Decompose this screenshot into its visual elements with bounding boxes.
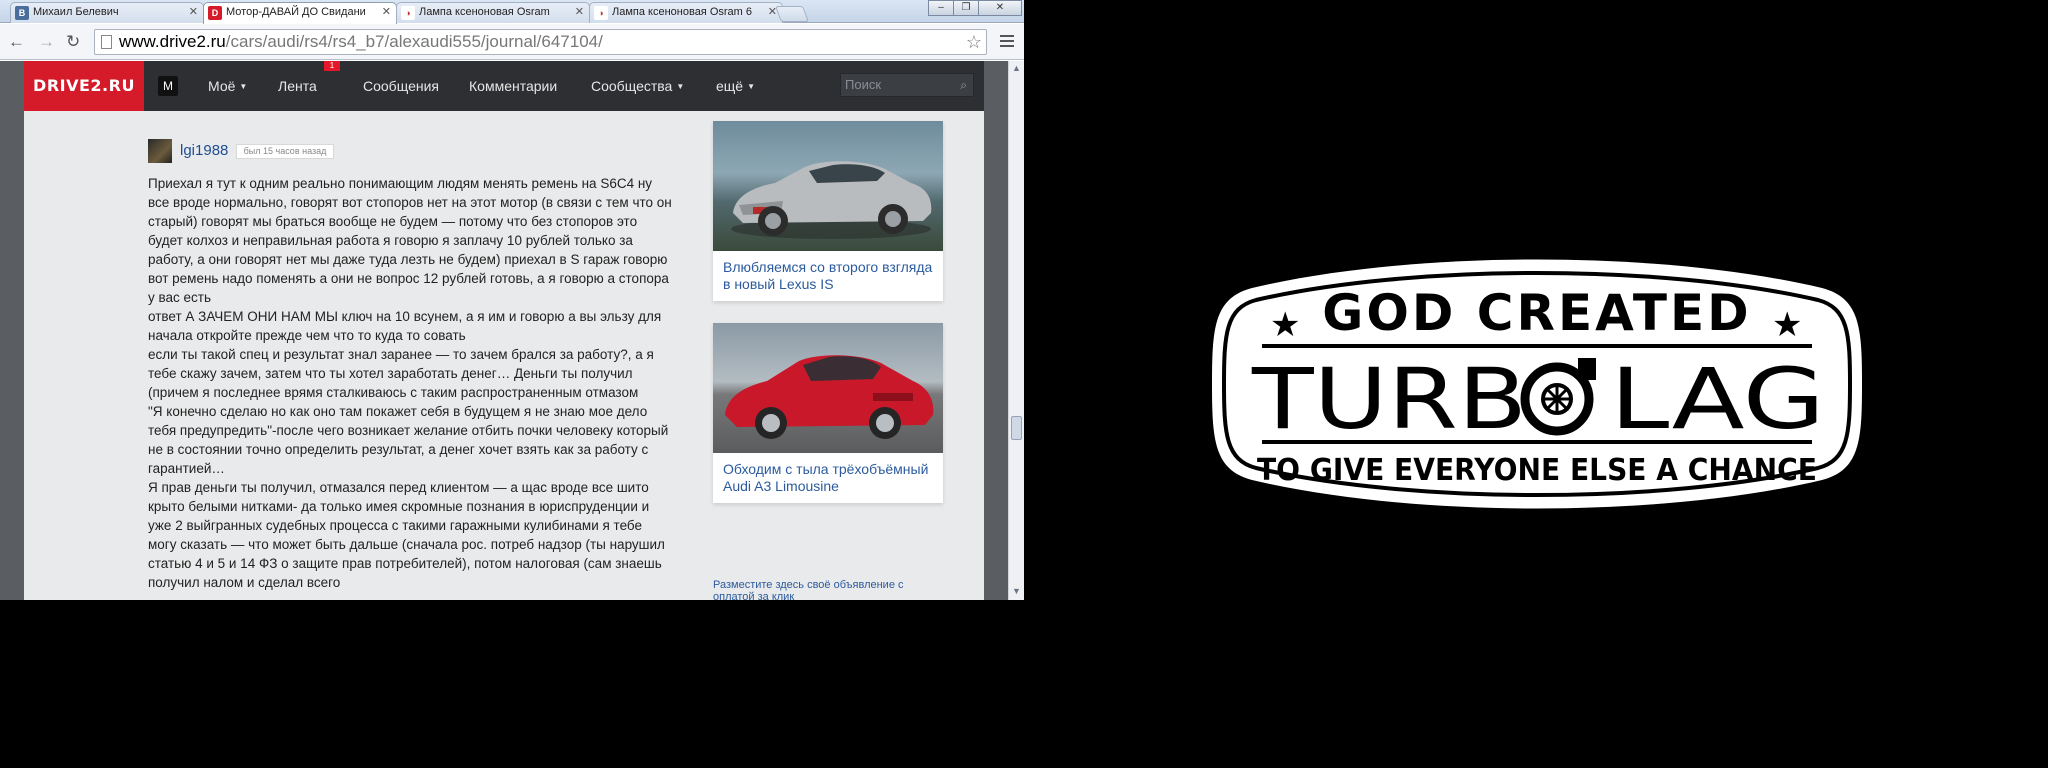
author-name-link[interactable]: lgi1988 — [180, 142, 228, 159]
tab-2-active[interactable]: D Мотор-ДАВАЙ ДО Свидания ✕ — [203, 2, 397, 24]
tab-title: Михаил Белевич — [33, 6, 119, 18]
nav-comments-label: Комментарии — [469, 78, 558, 94]
page-icon — [101, 35, 112, 49]
post-paragraph: "Я конечно сделаю но как оно там покажет… — [148, 404, 669, 476]
site-search-input[interactable]: Поиск ⌕ — [840, 73, 974, 97]
nav-messages[interactable]: Сообщения — [363, 78, 439, 94]
osram-favicon-icon: ◑ — [401, 6, 415, 20]
forward-arrow-icon[interactable]: → — [38, 32, 55, 52]
scroll-up-arrow-icon[interactable]: ▲ — [1012, 63, 1021, 73]
tab-title: Мотор-ДАВАЙ ДО Свидания — [226, 6, 366, 18]
close-icon[interactable]: ✕ — [575, 3, 584, 22]
tab-title: Лампа ксеноновая Osram 66 — [612, 6, 752, 18]
post-paragraph: Я прав деньги ты получил, отмазался пере… — [148, 480, 665, 590]
post-paragraph: Приехал я тут к одним реально понимающим… — [148, 176, 672, 305]
tab-strip: В Михаил Белевич ✕ D Мотор-ДАВАЙ ДО Свид… — [0, 0, 1024, 24]
close-icon[interactable]: ✕ — [382, 3, 391, 22]
sticker-bottom-line: TO GIVE EVERYONE ELSE A CHANCE — [1257, 453, 1817, 488]
nav-communities[interactable]: Сообщества ▼ — [591, 78, 684, 94]
promo-caption-link[interactable]: Влюбляемся со второго взгляда в новый Le… — [713, 251, 943, 301]
chevron-down-icon: ▼ — [747, 82, 756, 91]
place-ad-link[interactable]: Разместите здесь своё объявление с оплат… — [713, 579, 933, 600]
tab-title: Лампа ксеноновая Osram — [419, 6, 550, 18]
turbo-lag-sticker: GOD CREATED ★ ★ TURB LAG TO GIVE EVERYON… — [1212, 259, 1862, 509]
post-body: Приехал я тут к одним реально понимающим… — [148, 174, 672, 592]
new-tab-button[interactable] — [775, 6, 809, 22]
nav-feed-label: Лента — [278, 78, 317, 94]
tab-3[interactable]: ◑ Лампа ксеноновая Osram ✕ — [396, 2, 590, 23]
feed-notification-badge: 1 — [324, 61, 340, 71]
nav-my-label: Моё — [208, 78, 236, 94]
nav-communities-label: Сообщества — [591, 78, 673, 94]
back-arrow-icon[interactable]: ← — [8, 32, 25, 52]
address-bar[interactable]: www.drive2.ru/cars/audi/rs4/rs4_b7/alexa… — [94, 29, 987, 55]
search-icon[interactable]: ⌕ — [960, 74, 967, 96]
site-logo[interactable]: DRIVE2.RU — [24, 61, 144, 111]
nav-my[interactable]: Моё ▼ — [208, 78, 247, 94]
maximize-icon[interactable]: ❐ — [953, 0, 979, 16]
promo-caption-link[interactable]: Обходим с тыла трёхобъёмный Audi A3 Limo… — [713, 453, 943, 503]
lexus-car-image[interactable] — [713, 121, 943, 251]
osram-favicon-icon: ◑ — [594, 6, 608, 20]
nav-messages-label: Сообщения — [363, 78, 439, 94]
page-viewport: DRIVE2.RU M Моё ▼ Лента 1 Сообщения Комме… — [0, 61, 1008, 600]
post-paragraph: ответ А ЗАЧЕМ ОНИ НАМ МЫ ключ на 10 всун… — [148, 309, 662, 343]
url-host: www.drive2.ru — [119, 32, 226, 51]
chevron-down-icon: ▼ — [676, 82, 685, 91]
sticker-top-line: GOD CREATED — [1322, 284, 1751, 342]
vk-favicon-icon: В — [15, 6, 29, 20]
reload-icon[interactable]: ↻ — [66, 32, 80, 52]
scroll-down-arrow-icon[interactable]: ▼ — [1012, 586, 1021, 596]
chevron-down-icon: ▼ — [239, 82, 248, 91]
browser-toolbar: ← → ↻ www.drive2.ru/cars/audi/rs4/rs4_b7… — [0, 24, 1024, 60]
tab-1[interactable]: В Михаил Белевич ✕ — [10, 2, 204, 23]
browser-menu-icon[interactable] — [1000, 35, 1014, 50]
url-path: /cars/audi/rs4/rs4_b7/alexaudi555/journa… — [225, 32, 603, 51]
close-icon[interactable]: ✕ — [189, 3, 198, 22]
sticker-lag-text: LAG — [1610, 350, 1825, 448]
audi-car-image[interactable] — [713, 323, 943, 453]
drive2-favicon-icon: D — [208, 6, 222, 20]
nav-more[interactable]: ещё ▼ — [716, 78, 755, 94]
minimize-icon[interactable]: – — [928, 0, 954, 16]
bookmark-star-icon[interactable]: ☆ — [966, 30, 982, 54]
avatar[interactable] — [148, 139, 172, 163]
last-seen-badge: был 15 часов назад — [236, 144, 334, 159]
promo-card-audi[interactable]: Обходим с тыла трёхобъёмный Audi A3 Limo… — [713, 323, 943, 503]
tab-4[interactable]: ◑ Лампа ксеноновая Osram 66 ✕ — [589, 2, 783, 23]
nav-m-button[interactable]: M — [158, 76, 178, 96]
browser-window: В Михаил Белевич ✕ D Мотор-ДАВАЙ ДО Свид… — [0, 0, 1024, 600]
nav-more-label: ещё — [716, 78, 744, 94]
nav-comments[interactable]: Комментарии — [469, 78, 557, 94]
post-paragraph: если ты такой спец и результат знал зара… — [148, 347, 654, 400]
star-icon: ★ — [1270, 306, 1300, 344]
nav-feed[interactable]: Лента — [278, 78, 317, 94]
sticker-turbo-text: TURB — [1251, 350, 1527, 448]
scrollbar-thumb[interactable] — [1011, 416, 1022, 440]
page-scrollbar[interactable]: ▲ ▼ — [1008, 61, 1024, 600]
promo-card-lexus[interactable]: Влюбляемся со второго взгляда в новый Le… — [713, 121, 943, 301]
star-icon: ★ — [1772, 306, 1802, 344]
site-header: DRIVE2.RU M Моё ▼ Лента 1 Сообщения Комме… — [24, 61, 984, 111]
search-placeholder: Поиск — [845, 77, 882, 92]
window-close-icon[interactable]: ✕ — [978, 0, 1022, 16]
journal-content: lgi1988 был 15 часов назад Приехал я тут… — [24, 111, 984, 600]
